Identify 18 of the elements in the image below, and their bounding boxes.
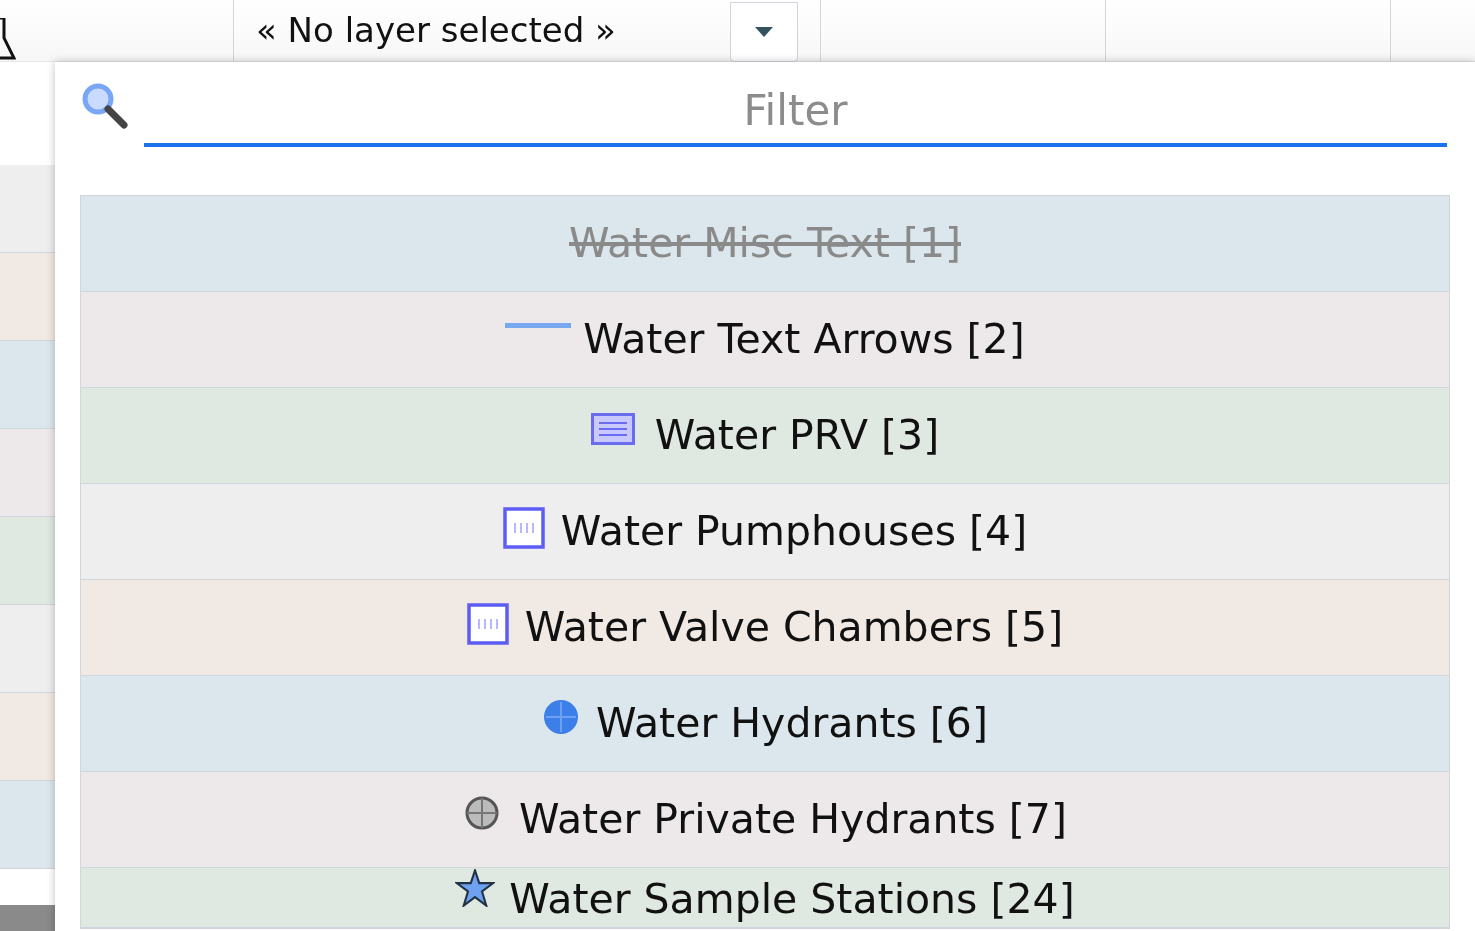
caret-icon [755,26,773,37]
sign-icon [590,412,635,445]
square-icon [502,506,545,549]
layer-item[interactable]: Water Hydrants [6] [81,676,1449,772]
dropdown-button[interactable] [730,1,798,62]
tool-icon[interactable] [0,18,16,62]
footer-bar [0,905,55,931]
layer-select-value: « No layer selected » [255,9,616,52]
layer-item[interactable]: Water Sample Stations [24] [81,868,1449,928]
layer-item[interactable]: Water Pumphouses [4] [81,484,1449,580]
layer-item[interactable]: Water Private Hydrants [7] [81,772,1449,868]
star-icon [455,869,496,907]
square-icon [466,602,509,645]
layer-item[interactable]: Water Valve Chambers [5] [81,580,1449,676]
layer-item[interactable]: Water PRV [3] [81,388,1449,484]
search-icon [80,81,130,129]
layer-item[interactable]: Water Text Arrows [2] [81,292,1449,388]
hydrant-dot-icon [542,697,581,736]
